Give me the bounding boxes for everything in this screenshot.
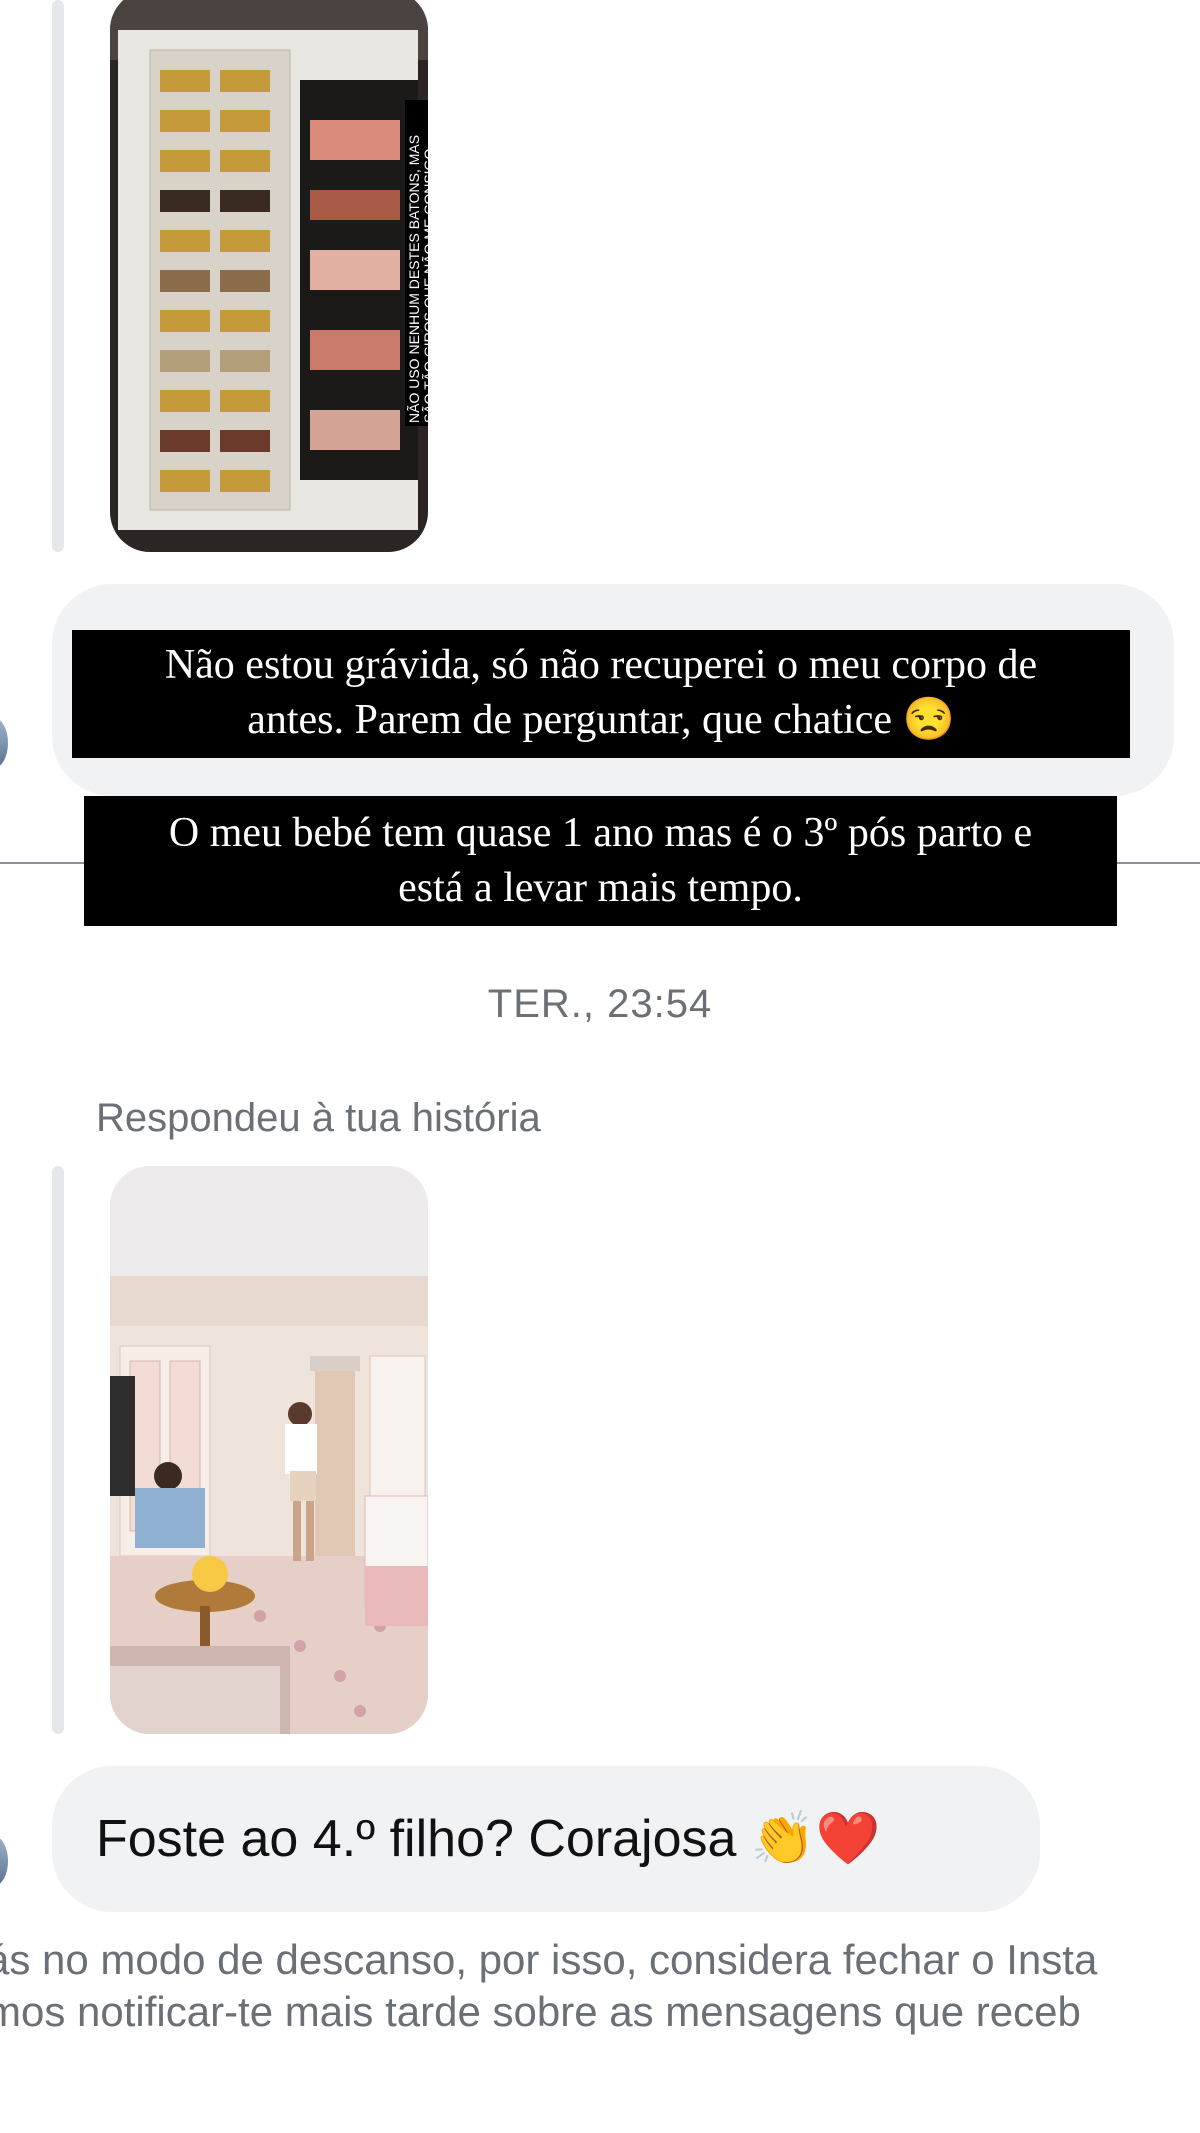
story-caption-2: O meu bebé tem quase 1 ano mas é o 3º pó…	[84, 796, 1117, 926]
caption-line: antes. Parem de perguntar, que chatice 😒	[247, 696, 955, 743]
story-caption-1: Não estou grávida, só não recuperei o me…	[72, 630, 1130, 758]
sender-avatar[interactable]	[0, 1836, 8, 1886]
lipstick-organizer-image	[110, 0, 428, 552]
divider-right	[1115, 862, 1200, 864]
story-thumbnail-hotel-room[interactable]	[110, 1166, 428, 1734]
message-timestamp: TER., 23:54	[487, 982, 713, 1026]
divider-left	[0, 862, 90, 864]
replied-to-story-label: Respondeu à tua história	[96, 1096, 541, 1140]
rest-mode-line: mos notificar-te mais tarde sobre as men…	[0, 1988, 1081, 2035]
caption-line: O meu bebé tem quase 1 ano mas é o 3º pó…	[168, 810, 1033, 856]
caption-line: está a levar mais tempo.	[398, 864, 803, 911]
rest-mode-line: ás no modo de descanso, por isso, consid…	[0, 1936, 1098, 1983]
rest-mode-notice: ás no modo de descanso, por isso, consid…	[0, 1934, 1200, 2038]
sender-avatar[interactable]	[0, 718, 8, 768]
caption-line: Não estou grávida, só não recuperei o me…	[164, 642, 1038, 688]
reply-quote-bar	[52, 0, 64, 552]
reply-quote-bar	[52, 1166, 64, 1734]
story-thumbnail-lipsticks[interactable]: NÃO USO NENHUM DESTES BATONS, MAS SÃO TÃ…	[110, 0, 428, 552]
story-caption-overlay: NÃO USO NENHUM DESTES BATONS, MAS SÃO TÃ…	[405, 100, 428, 426]
hotel-room-image	[110, 1166, 428, 1734]
message-text: Foste ao 4.º filho? Corajosa 👏❤️	[96, 1810, 881, 1868]
